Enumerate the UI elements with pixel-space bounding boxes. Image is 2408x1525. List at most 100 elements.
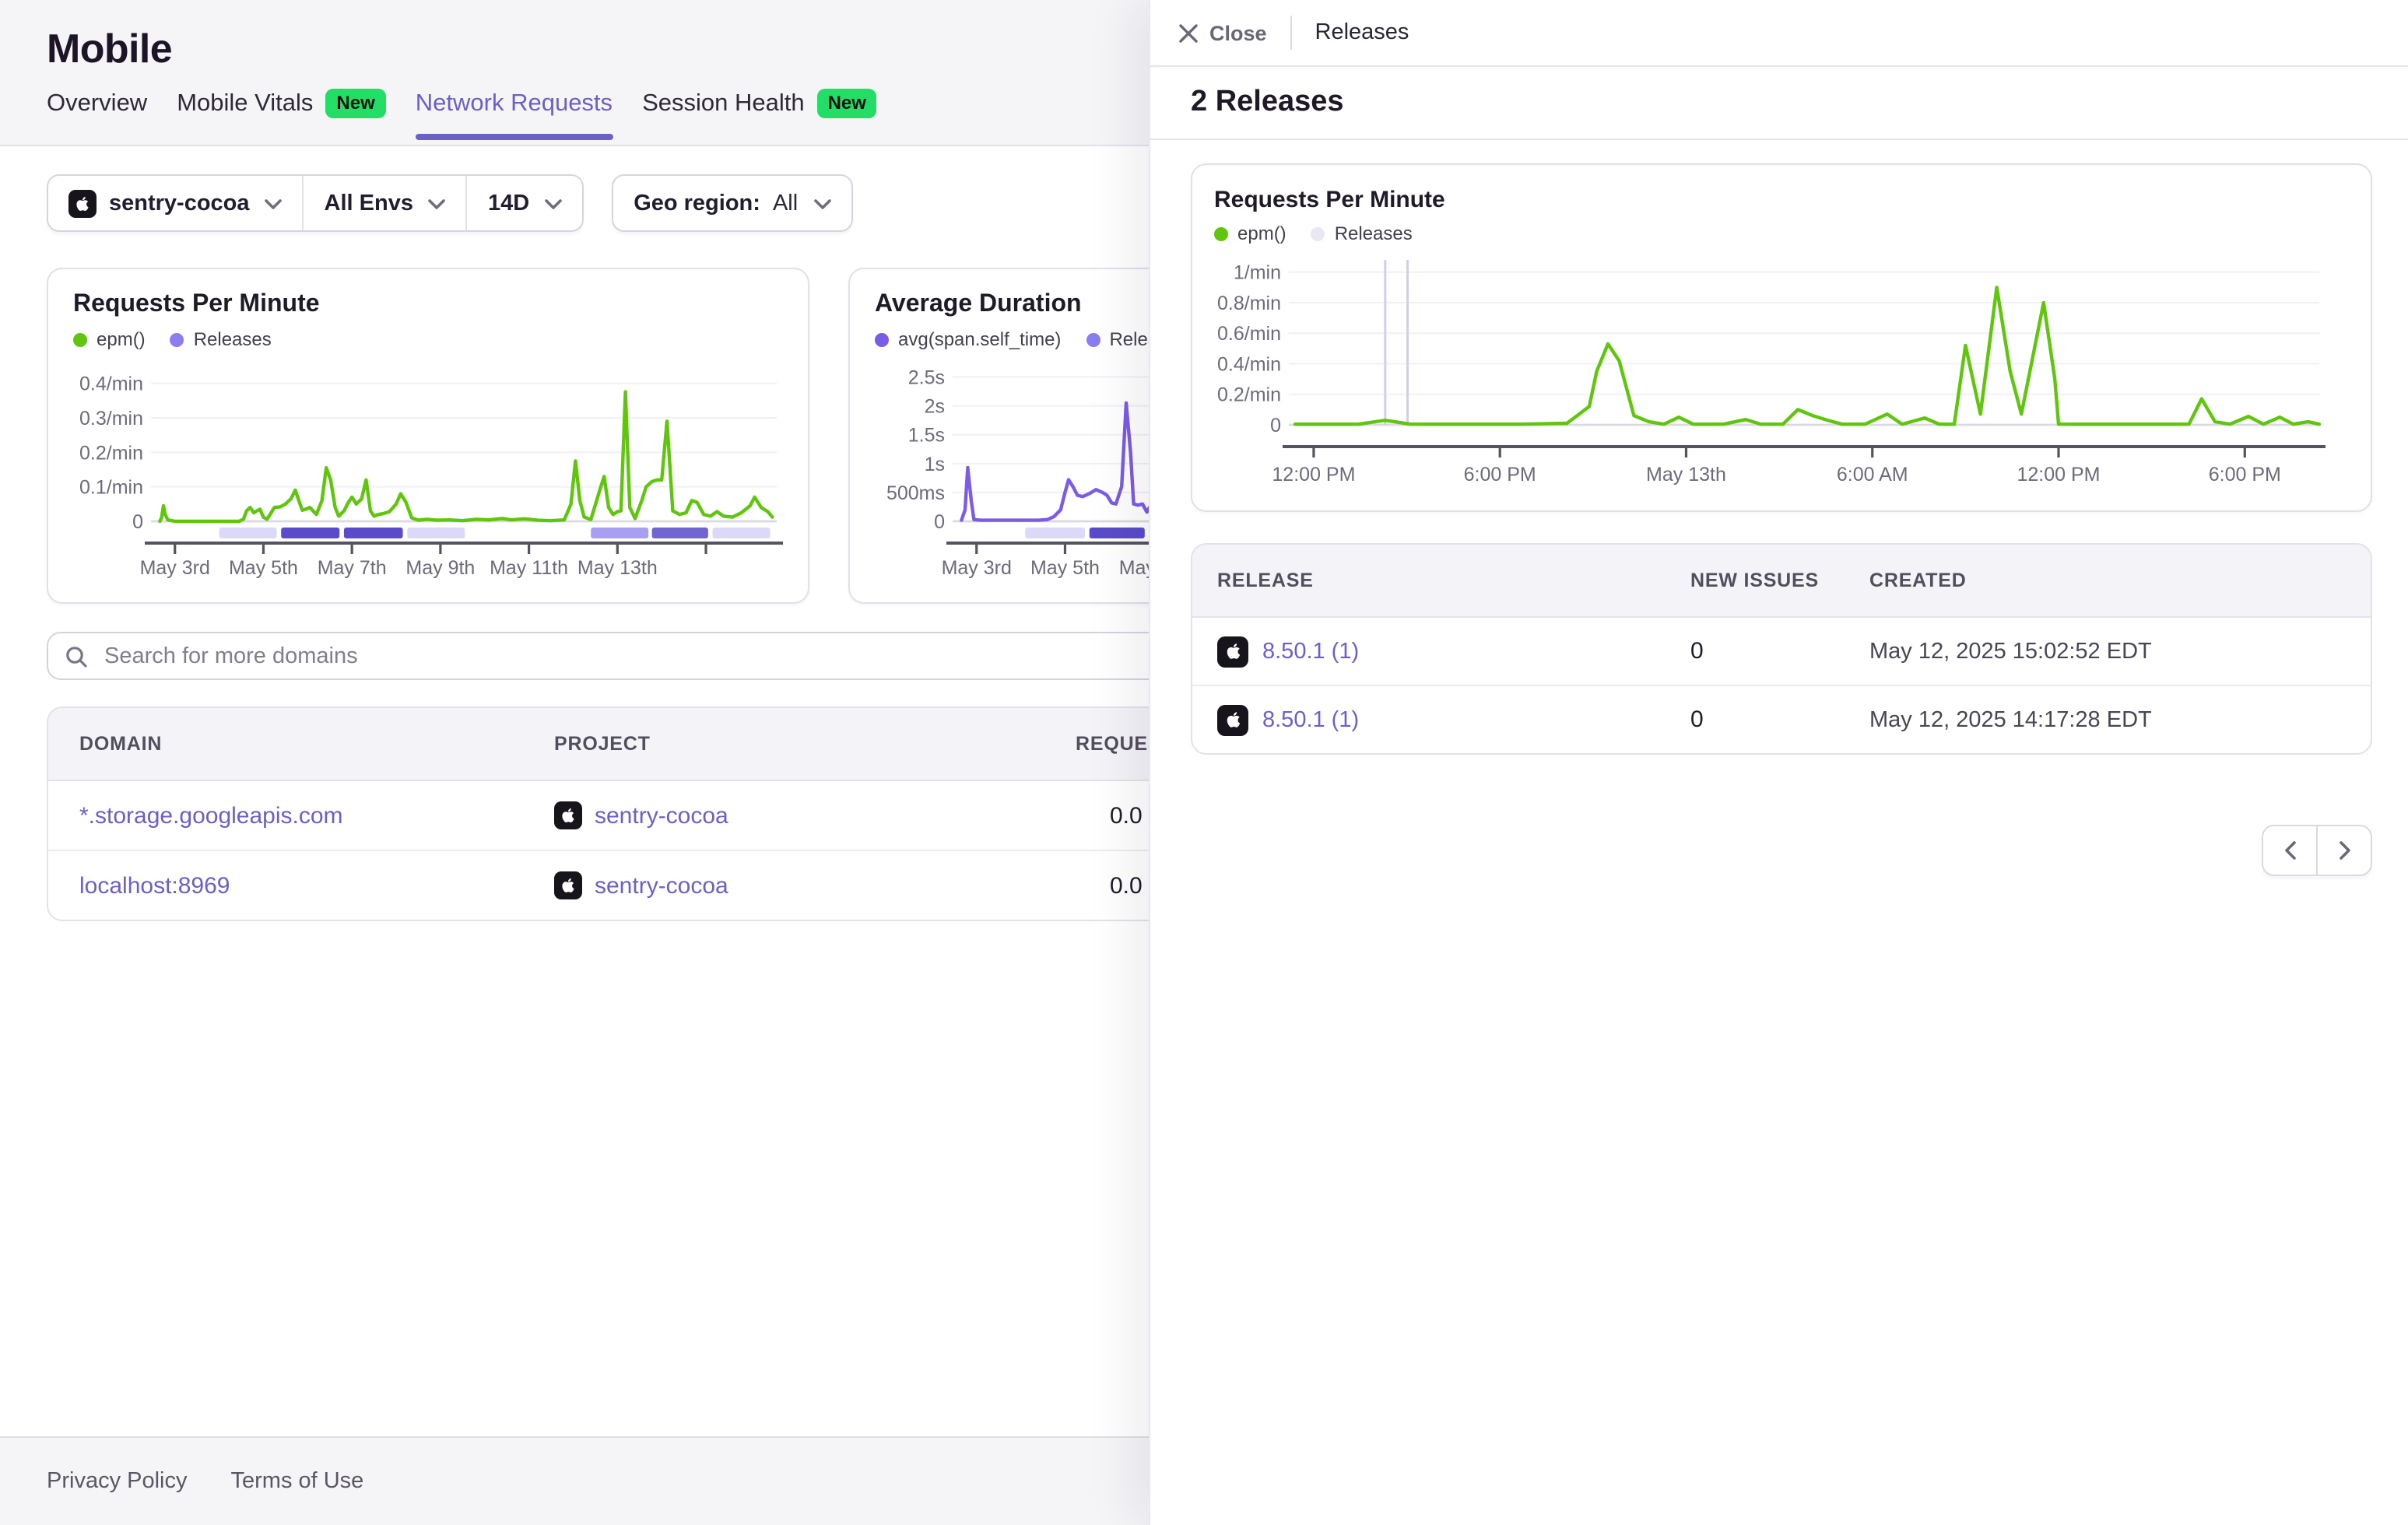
legend-epm[interactable]: epm() (73, 328, 146, 350)
chevron-down-icon (429, 191, 446, 216)
svg-text:May 11th: May 11th (490, 557, 568, 579)
releases-dot (1086, 332, 1100, 346)
svg-text:12:00 PM: 12:00 PM (1272, 464, 1355, 486)
chevron-down-icon (545, 191, 562, 216)
svg-text:May 13th: May 13th (1646, 464, 1726, 486)
epm-dot (1214, 226, 1228, 240)
chevron-down-icon (813, 191, 830, 216)
project-filter[interactable]: sentry-cocoa (48, 176, 303, 230)
column-release[interactable]: RELEASE (1192, 570, 1690, 591)
project-link[interactable]: sentry-cocoa (595, 802, 728, 829)
created-value: May 12, 2025 15:02:52 EDT (1869, 639, 2371, 664)
svg-text:0.2/min: 0.2/min (1217, 384, 1281, 406)
svg-text:0.1/min: 0.1/min (79, 477, 143, 499)
page-filter-group: sentry-cocoa All Envs 14D (47, 174, 584, 232)
legend-epm[interactable]: epm() (1214, 223, 1286, 244)
requests-per-minute-card: Requests Per Minute epm() Releases 0 0.1/… (47, 268, 809, 604)
filter-bar: sentry-cocoa All Envs 14D (47, 174, 852, 232)
chart-title: Requests Per Minute (73, 291, 783, 319)
svg-text:0.8/min: 0.8/min (1217, 293, 1281, 314)
releases-table-header: RELEASE NEW ISSUES CREATED (1192, 545, 2371, 618)
new-issues-value: 0 (1690, 638, 1869, 664)
date-range-filter[interactable]: 14D (466, 176, 582, 230)
svg-text:0.6/min: 0.6/min (1217, 323, 1281, 345)
chevron-right-icon (2337, 840, 2351, 861)
releases-panel: Close Releases 2 Releases Requests Per M… (1149, 0, 2408, 1525)
tab-mobile-vitals[interactable]: Mobile Vitals New (177, 89, 386, 138)
project-link[interactable]: sentry-cocoa (595, 872, 728, 899)
legend-avg-span-self-time[interactable]: avg(span.self_time) (875, 328, 1061, 350)
svg-text:May 9th: May 9th (405, 557, 475, 579)
svg-text:May 13th: May 13th (577, 557, 658, 579)
release-row: 8.50.1 (1) 0 May 12, 2025 15:02:52 EDT (1192, 618, 2371, 685)
apple-icon (554, 871, 582, 899)
chart-legend: epm() Releases (73, 328, 783, 350)
legend-releases[interactable]: Releases (170, 328, 272, 350)
apple-icon (554, 801, 582, 829)
svg-text:May 7th: May 7th (318, 557, 387, 579)
releases-dot (1311, 226, 1325, 240)
divider (1290, 16, 1292, 50)
releases-count-heading: 2 Releases (1191, 86, 1344, 120)
created-value: May 12, 2025 14:17:28 EDT (1869, 707, 2371, 732)
release-link[interactable]: 8.50.1 (1) (1262, 639, 1359, 664)
domain-link[interactable]: localhost:8969 (79, 872, 230, 899)
terms-of-use-link[interactable]: Terms of Use (231, 1469, 364, 1494)
requests-per-minute-chart: 0 0.1/min 0.2/min 0.3/min 0.4/min May 3rd May … (73, 353, 786, 587)
svg-text:2.5s: 2.5s (908, 367, 945, 389)
next-page-button[interactable] (2316, 826, 2371, 875)
release-link[interactable]: 8.50.1 (1) (1262, 707, 1359, 732)
apple-icon (1217, 704, 1248, 735)
apple-icon (68, 189, 97, 217)
svg-text:6:00 AM: 6:00 AM (1837, 464, 1908, 486)
chevron-down-icon (265, 191, 283, 216)
apple-icon (1217, 636, 1248, 667)
column-created[interactable]: CREATED (1869, 570, 2371, 591)
releases-table: RELEASE NEW ISSUES CREATED 8.50.1 (1) 0 … (1191, 543, 2372, 755)
new-issues-value: 0 (1690, 706, 1869, 733)
svg-text:0.2/min: 0.2/min (79, 442, 143, 464)
close-button[interactable]: Close (1178, 21, 1267, 44)
close-icon (1178, 23, 1199, 43)
column-domain[interactable]: DOMAIN (48, 733, 523, 755)
tab-session-health[interactable]: Session Health New (642, 89, 877, 138)
svg-text:1s: 1s (925, 454, 945, 475)
chart-legend: epm() Releases (1214, 223, 2349, 244)
panel-requests-per-minute-chart: 00.2/min0.4/min0.6/min0.8/min1/min12:00 … (1214, 247, 2330, 496)
search-icon (64, 643, 89, 668)
svg-text:6:00 PM: 6:00 PM (1464, 464, 1536, 486)
panel-header: Close Releases (1150, 0, 2408, 67)
previous-page-button[interactable] (2263, 826, 2316, 875)
pagination (2262, 825, 2372, 876)
panel-title: Releases (1315, 20, 1409, 45)
legend-releases[interactable]: Releases (1311, 223, 1413, 244)
new-badge: New (325, 89, 385, 118)
release-row: 8.50.1 (1) 0 May 12, 2025 14:17:28 EDT (1192, 685, 2371, 753)
svg-text:0: 0 (934, 511, 945, 533)
geo-region-filter[interactable]: Geo region: All (613, 176, 851, 230)
svg-text:0: 0 (1270, 415, 1281, 436)
svg-text:0: 0 (132, 511, 143, 533)
privacy-policy-link[interactable]: Privacy Policy (47, 1469, 188, 1494)
svg-text:0.4/min: 0.4/min (79, 373, 143, 395)
svg-text:1.5s: 1.5s (908, 425, 945, 447)
svg-text:6:00 PM: 6:00 PM (2209, 464, 2281, 486)
new-badge: New (817, 89, 877, 118)
svg-text:2s: 2s (925, 396, 945, 418)
geo-region-group: Geo region: All (612, 174, 852, 232)
svg-text:May 3rd: May 3rd (942, 557, 1012, 579)
svg-text:May 3rd: May 3rd (140, 557, 210, 579)
domain-link[interactable]: *.storage.googleapis.com (79, 802, 343, 829)
svg-text:12:00 PM: 12:00 PM (2017, 464, 2101, 486)
environment-filter[interactable]: All Envs (303, 176, 466, 230)
avg-dot (875, 332, 889, 346)
svg-text:1/min: 1/min (1234, 262, 1281, 284)
tab-overview[interactable]: Overview (47, 89, 147, 138)
svg-text:0.3/min: 0.3/min (79, 408, 143, 429)
column-new-issues[interactable]: NEW ISSUES (1690, 570, 1869, 591)
column-project[interactable]: PROJECT (523, 733, 1076, 755)
tab-network-requests[interactable]: Network Requests (416, 89, 613, 138)
chevron-left-icon (2283, 840, 2297, 861)
releases-dot (170, 332, 184, 346)
panel-heading-row: 2 Releases (1150, 67, 2408, 140)
